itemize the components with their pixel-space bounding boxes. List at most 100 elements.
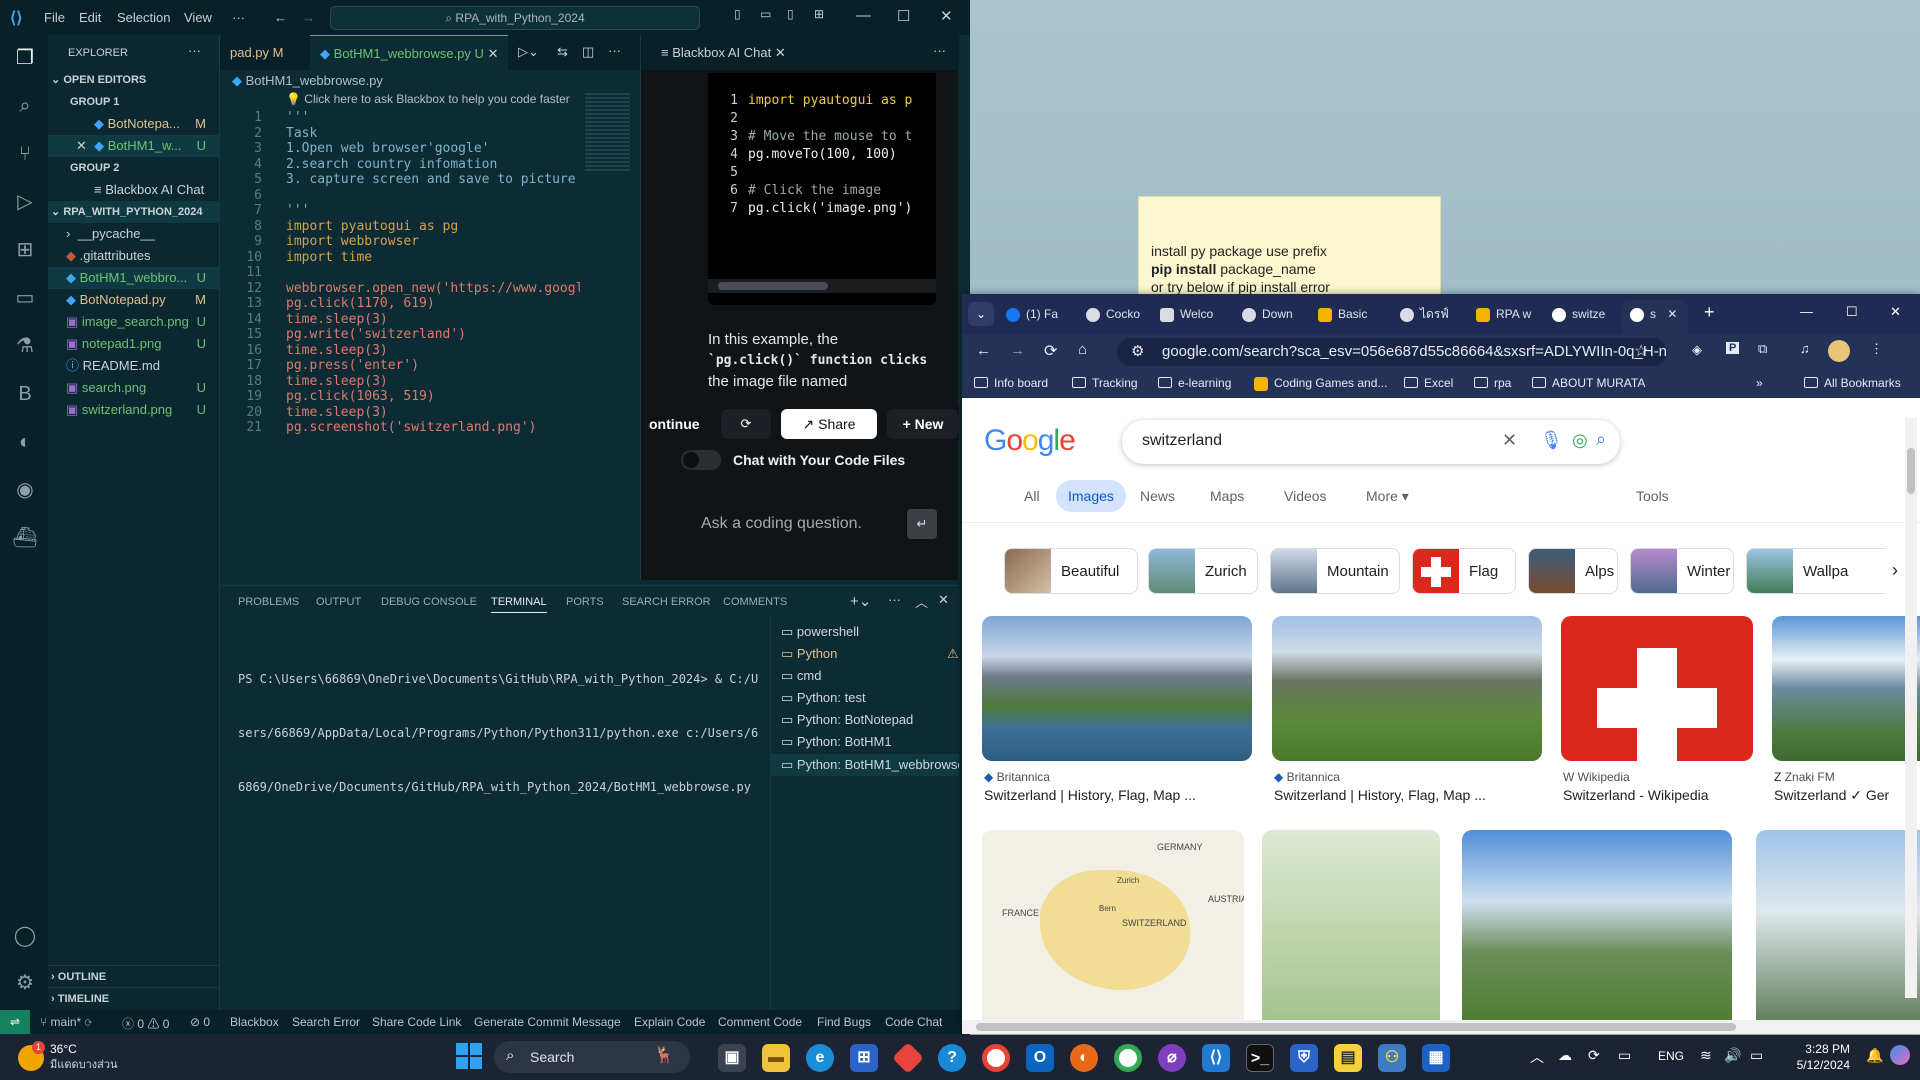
app-icon[interactable]: ⌀ [1158, 1044, 1186, 1072]
command-center-search[interactable]: ⌕ RPA_with_Python_2024 [330, 6, 700, 30]
terminal-item[interactable]: ▭ Python ⚠ [781, 646, 959, 662]
testing-icon[interactable]: ⚗ [12, 333, 38, 359]
minimize-button[interactable]: — [1800, 304, 1813, 319]
remote-indicator-icon[interactable]: ⇌ [0, 1010, 30, 1034]
file-tree-item[interactable]: ◆ BotNotepad.py M [48, 289, 220, 311]
vertical-scrollbar[interactable] [1905, 418, 1917, 998]
chip-alps[interactable]: Alps [1528, 548, 1618, 594]
code-line[interactable]: ''' [286, 203, 309, 218]
app-icon[interactable] [892, 1042, 924, 1074]
code-line[interactable]: import webbrowser [286, 234, 419, 249]
code-line[interactable]: pg.write('switzerland') [286, 327, 466, 342]
media-controls-icon[interactable]: ♫ [1800, 341, 1810, 356]
google-logo[interactable]: Google [984, 424, 1076, 458]
chrome-icon[interactable] [982, 1044, 1010, 1072]
open-editor-item[interactable]: ≡ Blackbox AI Chat [48, 179, 220, 201]
reload-icon[interactable]: ⟳ [1044, 341, 1057, 361]
run-debug-icon[interactable]: ▷ [12, 189, 38, 215]
weather-icon[interactable]: 1 [18, 1041, 45, 1071]
browser-tab-active[interactable]: s ✕ [1622, 300, 1688, 334]
tab-ports[interactable]: PORTS [566, 596, 604, 608]
code-line[interactable]: 3. capture screen and save to picture [286, 172, 576, 187]
open-editor-item[interactable]: ✕ ◆ BotHM1_w... U [48, 135, 220, 157]
sync-icon[interactable]: ⟳ [1588, 1047, 1600, 1064]
voice-search-icon[interactable]: 🎙 [1540, 430, 1563, 451]
extension-icon[interactable]: ◈ [1692, 342, 1702, 358]
tab-videos[interactable]: Videos [1284, 488, 1327, 504]
browser-tab[interactable]: RPA w [1476, 300, 1538, 328]
all-bookmarks[interactable]: All Bookmarks [1804, 376, 1901, 390]
defender-icon[interactable]: ⛨ [1290, 1044, 1318, 1072]
code-line[interactable]: import pyautogui as pg [286, 219, 458, 234]
minimize-button[interactable]: — [856, 7, 871, 24]
browser-tab[interactable]: Down [1242, 300, 1304, 328]
code-line[interactable]: pg.click(1170, 619) [286, 296, 435, 311]
close-icon[interactable]: ✕ [488, 46, 499, 61]
toggle-panel-icon[interactable]: ▭ [760, 7, 771, 21]
code-line[interactable]: time.sleep(3) [286, 312, 388, 327]
chat-input[interactable]: Ask a coding question. ↵ [651, 497, 951, 553]
tab-bothm1-webbrowse[interactable]: ◆ BotHM1_webbrowse.py U ✕ [310, 35, 509, 70]
close-icon[interactable]: ✕ [775, 45, 786, 60]
image-result-thumbnail[interactable] [1756, 830, 1920, 1034]
chips-next-icon[interactable]: › [1892, 560, 1898, 581]
more-actions-icon[interactable]: ··· [933, 43, 946, 58]
chip-zurich[interactable]: Zurich [1148, 548, 1258, 594]
open-editors-header[interactable]: ⌄ OPEN EDITORS [48, 69, 220, 91]
file-tree-item[interactable]: ▣ image_search.png U [48, 311, 220, 333]
project-folder-header[interactable]: ⌄ RPA_WITH_PYTHON_2024 [48, 201, 220, 223]
show-hidden-icons[interactable]: ︿ [1530, 1047, 1544, 1067]
chip-beautiful[interactable]: Beautiful [1004, 548, 1138, 594]
more-actions-icon[interactable]: ··· [188, 43, 201, 58]
profile-avatar[interactable] [1828, 340, 1850, 362]
extension-p-icon[interactable]: P [1726, 342, 1740, 354]
tab-comments[interactable]: COMMENTS [723, 596, 787, 608]
explorer-icon[interactable]: ❐ [12, 45, 38, 71]
tab-search-error[interactable]: SEARCH ERROR [622, 596, 711, 608]
lens-search-icon[interactable]: ◎ [1572, 430, 1588, 451]
volume-icon[interactable]: 🔊 [1724, 1047, 1741, 1064]
maximize-button[interactable]: ☐ [1846, 304, 1858, 320]
branch-indicator[interactable]: ⑂ main* ⟳ [40, 1015, 92, 1029]
new-terminal-icon[interactable]: +⌄ [850, 592, 871, 610]
help-icon[interactable]: ? [938, 1044, 966, 1072]
image-result-title[interactable]: Switzerland - Wikipedia [1563, 787, 1753, 803]
file-tree-item[interactable]: ⓘ README.md [48, 355, 220, 377]
browser-tab[interactable]: ไดรฟ์ [1400, 300, 1462, 328]
tab-more[interactable]: More ▾ [1366, 488, 1409, 505]
blackbox-codelens[interactable]: 💡 Click here to ask Blackbox to help you… [286, 92, 570, 106]
chrome-menu-icon[interactable]: ⋮ [1870, 341, 1883, 357]
code-line[interactable]: webbrowser.open_new('https://www.googl [286, 281, 580, 296]
image-result-title[interactable]: Switzerland ✓ Ger [1774, 787, 1920, 804]
run-icon[interactable]: ▷⌄ [518, 44, 539, 60]
chip-mountain[interactable]: Mountain [1270, 548, 1400, 594]
taskbar-search[interactable]: ⌕ Search 🦌 [494, 1041, 690, 1073]
tab-maps[interactable]: Maps [1210, 488, 1244, 504]
sticky-note[interactable]: install py package use prefix pip instal… [1138, 196, 1441, 306]
menu-more[interactable]: ··· [232, 10, 245, 25]
tools-button[interactable]: Tools [1636, 488, 1669, 504]
horizontal-scrollbar[interactable] [962, 1020, 1920, 1034]
maximize-button[interactable]: ☐ [897, 7, 910, 25]
status-comment-code[interactable]: Comment Code [718, 1015, 802, 1029]
copilot-icon[interactable] [1890, 1045, 1910, 1065]
image-result-thumbnail[interactable] [1561, 616, 1753, 761]
battery-icon[interactable]: ▭ [1750, 1047, 1763, 1064]
code-line[interactable]: pg.click(1063, 519) [286, 389, 435, 404]
bookmark-folder[interactable]: e-learning [1158, 376, 1231, 390]
close-icon[interactable]: ✕ [1667, 307, 1677, 321]
onedrive-icon[interactable]: ☁ [1558, 1047, 1572, 1064]
extensions-puzzle-icon[interactable]: ⧉ [1758, 341, 1767, 357]
code-line[interactable]: pg.press('enter') [286, 358, 419, 373]
store-icon[interactable]: ⊞ [850, 1044, 878, 1072]
clear-search-icon[interactable]: ✕ [1502, 430, 1517, 451]
terminal-taskbar-icon[interactable]: >_ [1246, 1044, 1274, 1072]
device-icon[interactable]: ▭ [1618, 1047, 1631, 1064]
sticky-notes-taskbar-icon[interactable]: ▤ [1334, 1044, 1362, 1072]
toggle-secondary-sidebar-icon[interactable]: ▯ [787, 7, 794, 21]
status-generate-commit[interactable]: Generate Commit Message [474, 1015, 621, 1029]
remote-explorer-icon[interactable]: ▭ [12, 285, 38, 311]
image-result-thumbnail[interactable] [1462, 830, 1732, 1034]
chrome-active-icon[interactable] [1114, 1044, 1142, 1072]
image-result-thumbnail[interactable]: GERMANY FRANCE AUSTRIA SWITZERLAND Zuric… [982, 830, 1244, 1034]
